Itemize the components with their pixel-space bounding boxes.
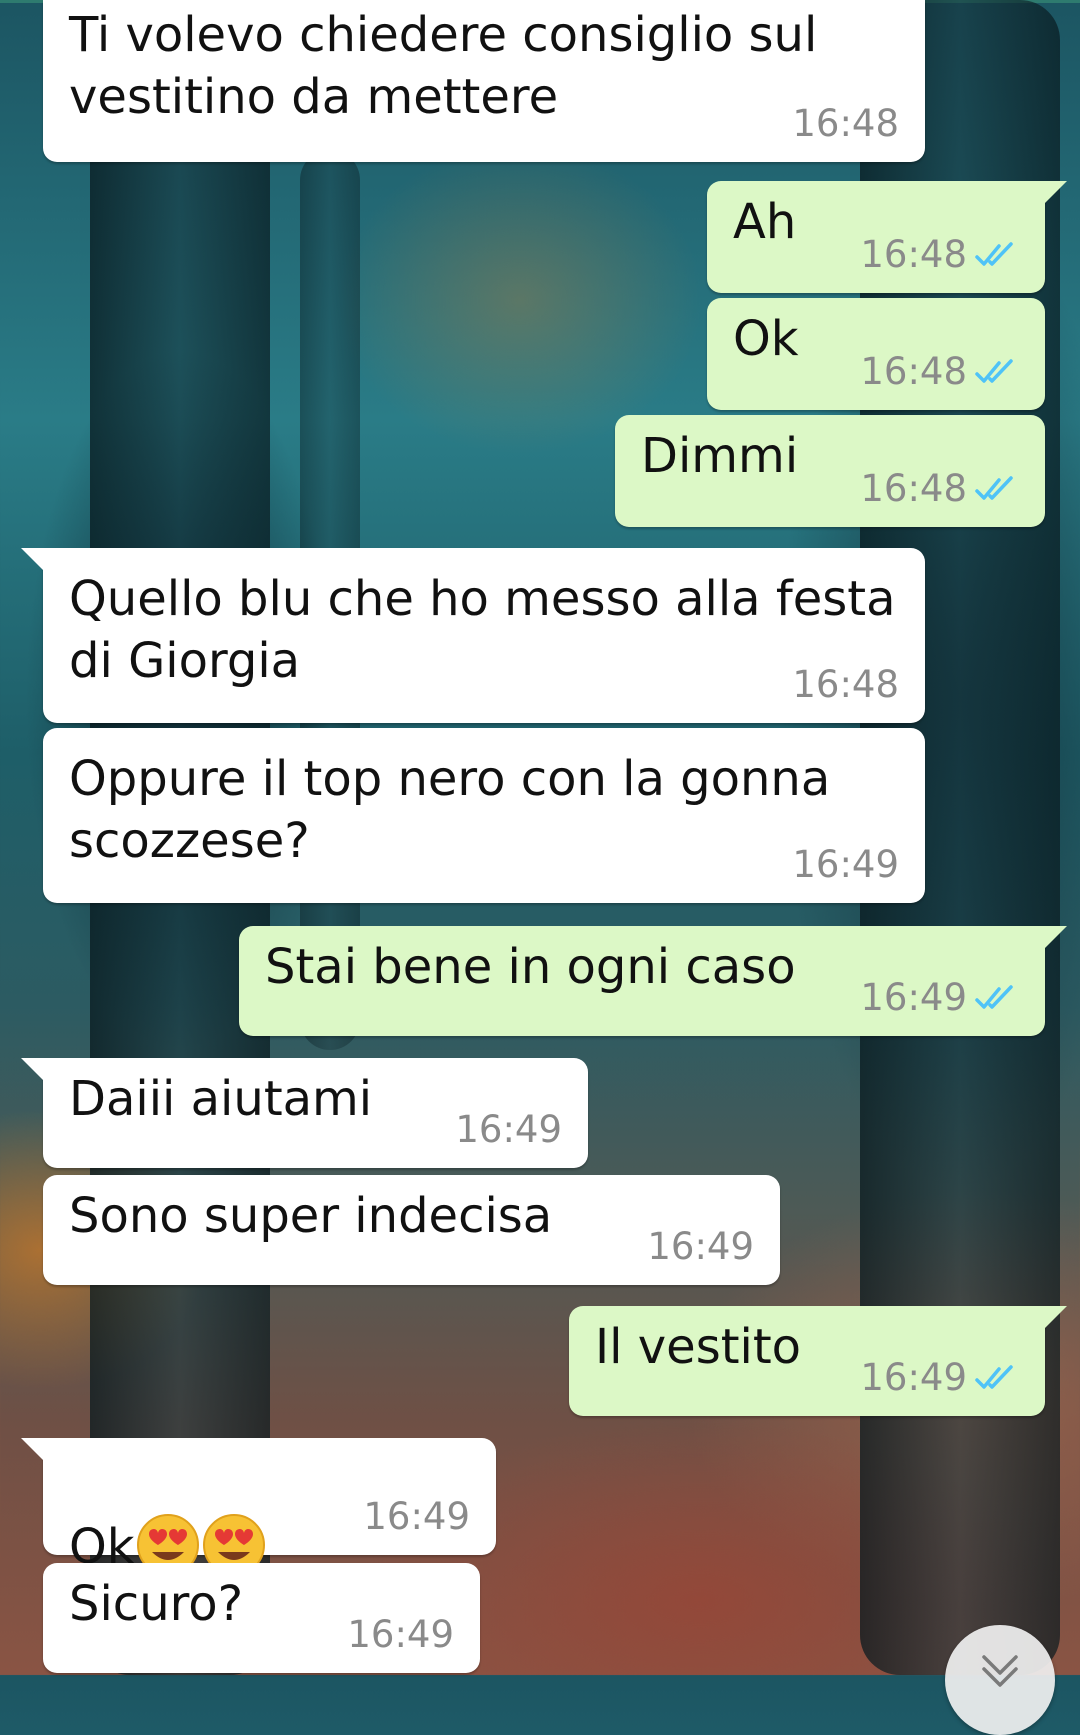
message-text: Stai bene in ogni caso xyxy=(265,939,796,995)
outgoing-message[interactable]: Ah 16:48 xyxy=(707,181,1067,293)
message-text: Ah xyxy=(733,194,797,250)
message-text: Dimmi xyxy=(641,428,799,484)
incoming-message[interactable]: Quello blu che ho messo alla festa di Gi… xyxy=(21,548,925,723)
message-meta: 16:49 xyxy=(363,1497,470,1537)
incoming-message[interactable]: Oppure il top nero con la gonna scozzese… xyxy=(43,728,925,903)
incoming-message[interactable]: Ok 16:49 xyxy=(21,1438,496,1576)
message-text: Ti volevo chiedere consiglio sul vestiti… xyxy=(69,7,818,125)
message-meta: 16:48 xyxy=(792,665,899,705)
message-time: 16:49 xyxy=(363,1495,470,1538)
bubble-tail xyxy=(21,1438,43,1460)
message-text: Il vestito xyxy=(595,1319,802,1375)
message-time: 16:48 xyxy=(860,467,967,510)
message-time: 16:49 xyxy=(347,1613,454,1656)
incoming-message[interactable]: Sono super indecisa 16:49 xyxy=(43,1175,780,1285)
message-time: 16:48 xyxy=(792,102,899,145)
message-text: Sicuro? xyxy=(69,1576,244,1632)
chat-conversation[interactable]: Ti volevo chiedere consiglio sul vestiti… xyxy=(0,0,1080,1735)
outgoing-message[interactable]: Dimmi 16:48 xyxy=(615,415,1045,527)
message-time: 16:49 xyxy=(860,976,967,1019)
message-time: 16:48 xyxy=(860,350,967,393)
read-double-tick-icon xyxy=(975,1365,1013,1389)
incoming-message[interactable]: Daiii aiutami 16:49 xyxy=(21,1058,588,1168)
bubble-tail xyxy=(1045,1306,1067,1328)
outgoing-message[interactable]: Ok 16:48 xyxy=(707,298,1045,410)
incoming-message[interactable]: Sicuro? 16:49 xyxy=(43,1563,480,1673)
scroll-to-bottom-button[interactable] xyxy=(945,1625,1055,1735)
message-meta: 16:49 xyxy=(792,845,899,885)
message-meta: 16:48 xyxy=(860,235,1019,275)
message-content: Ok xyxy=(69,1454,267,1578)
bubble-tail xyxy=(21,1058,43,1080)
read-double-tick-icon xyxy=(975,359,1013,383)
message-meta: 16:49 xyxy=(647,1227,754,1267)
message-time: 16:48 xyxy=(792,663,899,706)
message-meta: 16:48 xyxy=(860,469,1019,509)
message-time: 16:49 xyxy=(860,1356,967,1399)
outgoing-message[interactable]: Il vestito 16:49 xyxy=(569,1306,1067,1416)
message-meta: 16:49 xyxy=(455,1110,562,1150)
message-meta: 16:48 xyxy=(792,104,899,144)
message-text: Quello blu che ho messo alla festa di Gi… xyxy=(69,571,896,689)
read-double-tick-icon xyxy=(975,476,1013,500)
message-time: 16:49 xyxy=(455,1108,562,1151)
message-meta: 16:49 xyxy=(347,1615,454,1655)
message-meta: 16:48 xyxy=(860,352,1019,392)
message-text: Oppure il top nero con la gonna scozzese… xyxy=(69,751,831,869)
message-meta: 16:49 xyxy=(860,1358,1019,1398)
message-time: 16:49 xyxy=(792,843,899,886)
bubble-tail xyxy=(1045,181,1067,203)
message-time: 16:49 xyxy=(647,1225,754,1268)
bubble-tail xyxy=(1045,926,1067,948)
message-text: Ok xyxy=(733,311,799,367)
read-double-tick-icon xyxy=(975,985,1013,1009)
incoming-message[interactable]: Ti volevo chiedere consiglio sul vestiti… xyxy=(43,0,925,162)
chevron-down-icon xyxy=(982,1655,1018,1687)
message-text: Daiii aiutami xyxy=(69,1071,373,1127)
bubble-tail xyxy=(21,548,43,570)
read-double-tick-icon xyxy=(975,242,1013,266)
message-meta: 16:49 xyxy=(860,978,1019,1018)
outgoing-message[interactable]: Stai bene in ogni caso 16:49 xyxy=(239,926,1067,1036)
message-time: 16:48 xyxy=(860,233,967,276)
message-text: Sono super indecisa xyxy=(69,1188,553,1244)
